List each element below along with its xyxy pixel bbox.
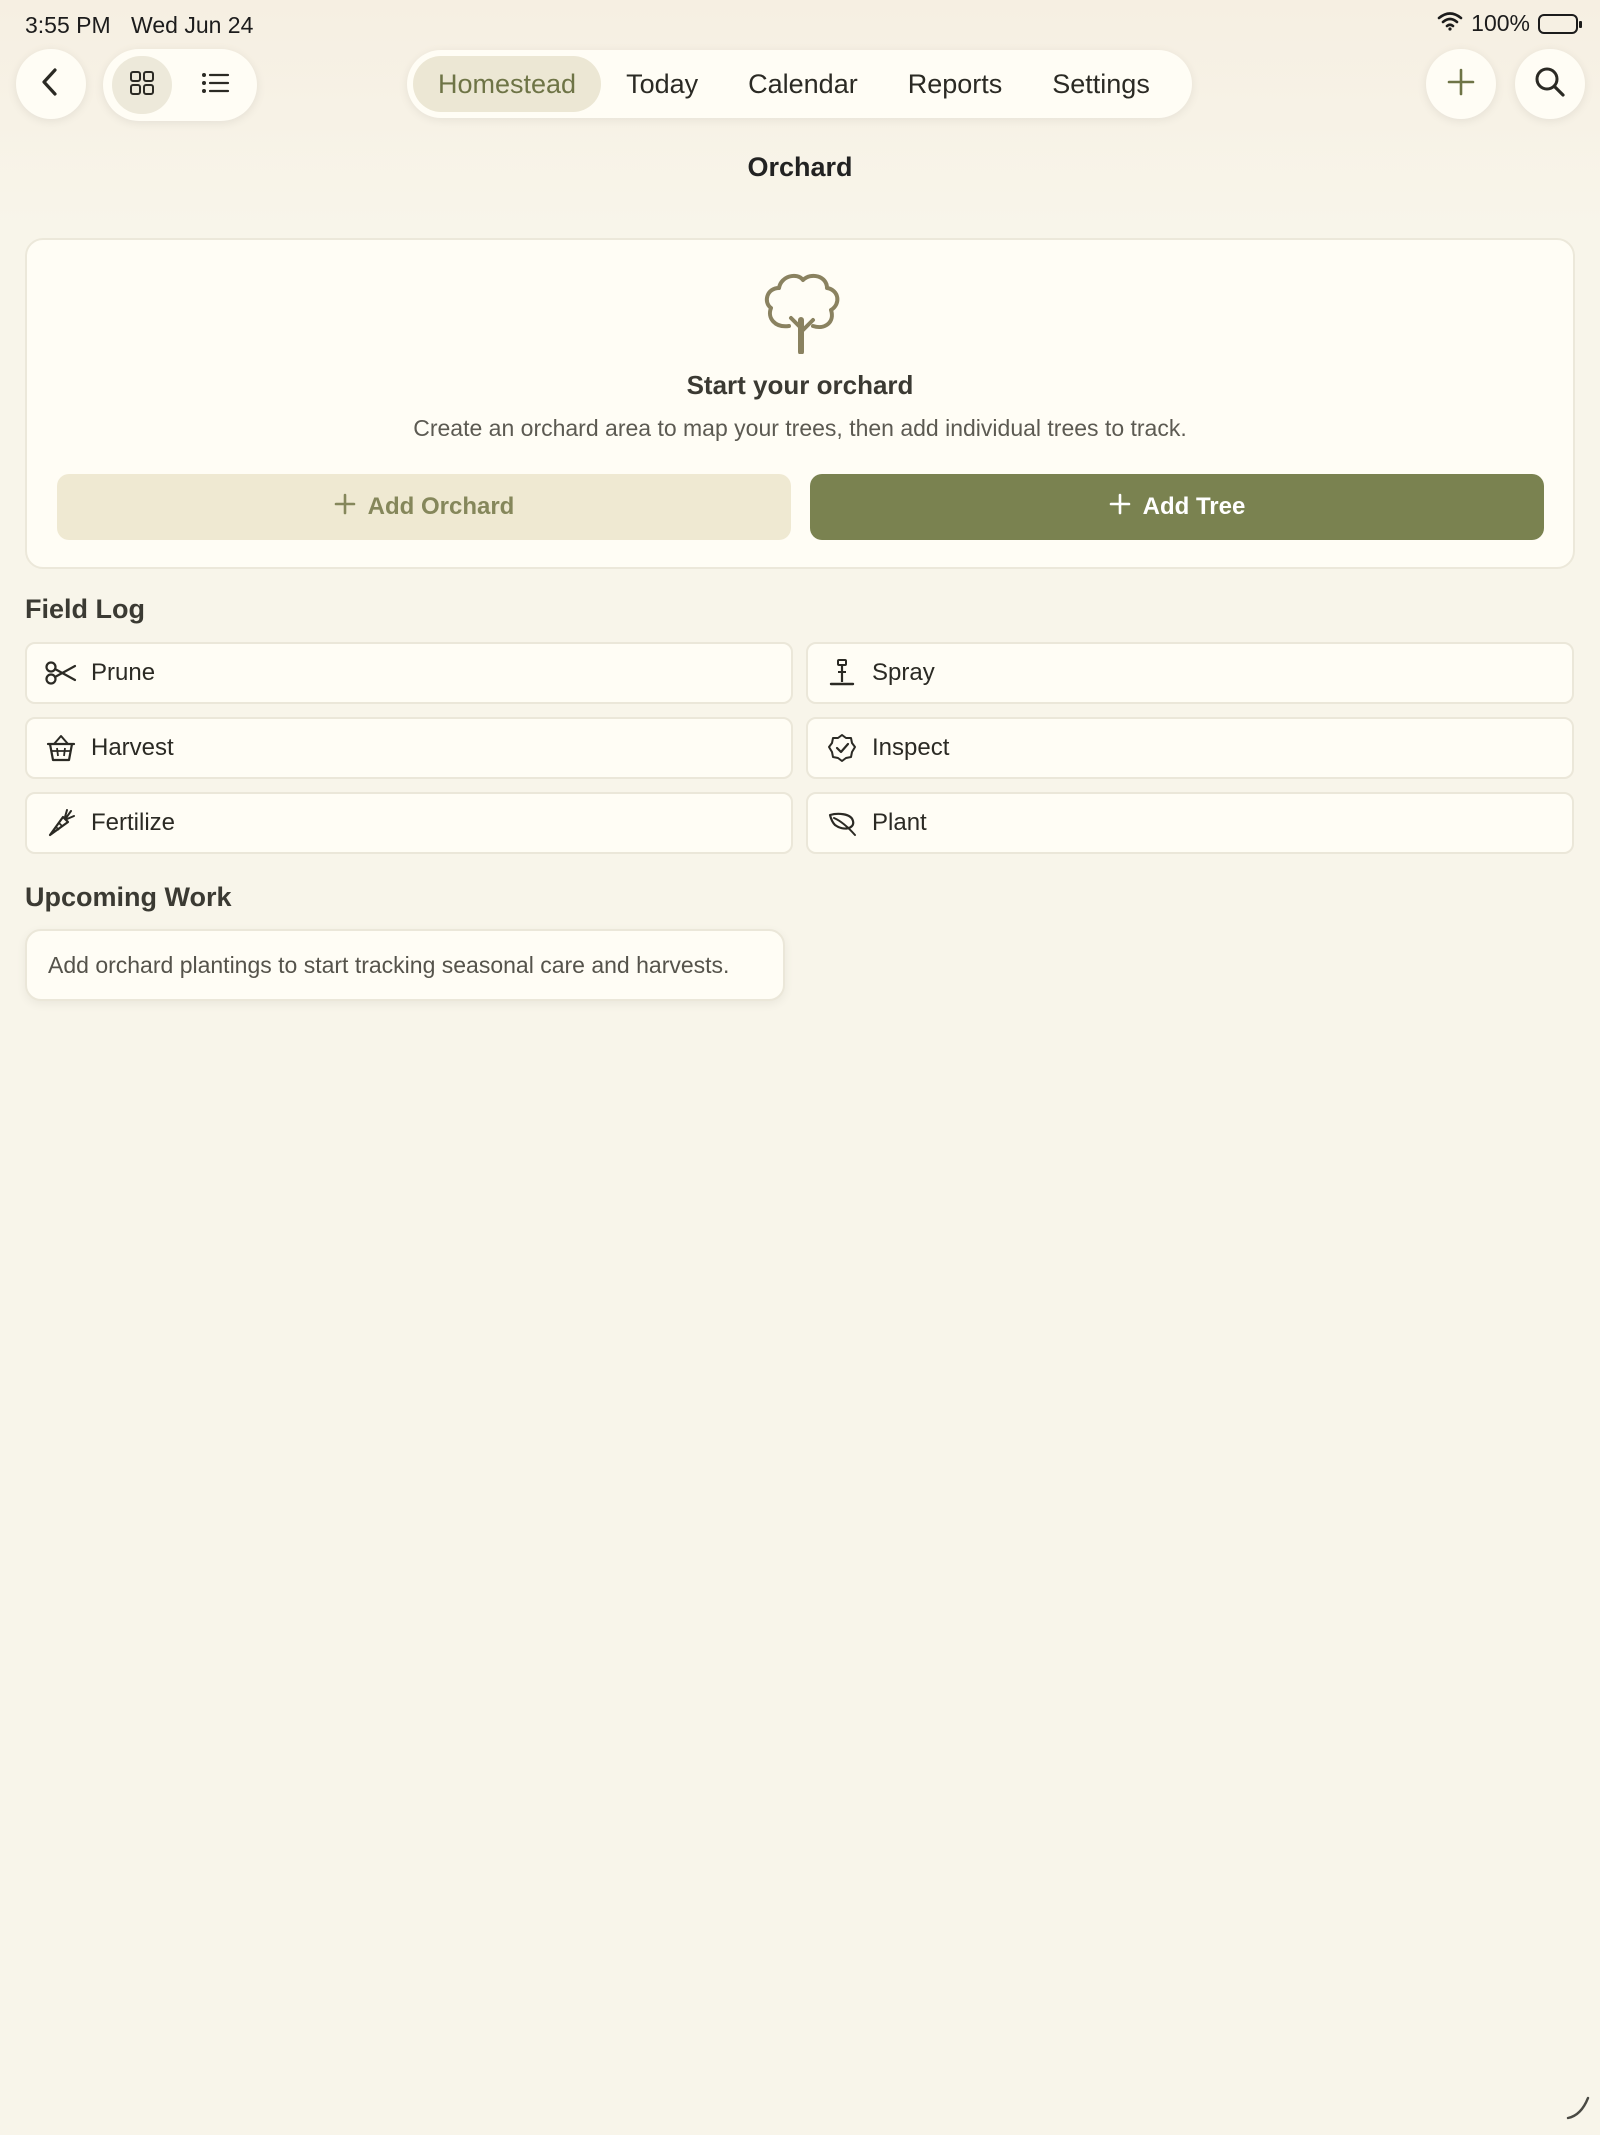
plus-icon <box>1446 67 1476 102</box>
scissors-icon <box>45 657 77 689</box>
prune-button[interactable]: Prune <box>25 642 793 704</box>
inspect-label: Inspect <box>872 734 950 761</box>
check-badge-icon <box>826 732 858 764</box>
inspect-button[interactable]: Inspect <box>806 717 1574 779</box>
add-tree-label: Add Tree <box>1142 493 1246 520</box>
add-orchard-label: Add Orchard <box>367 493 515 520</box>
plus-icon <box>1109 493 1131 522</box>
empty-state-title: Start your orchard <box>686 370 914 400</box>
carrot-icon <box>45 807 77 839</box>
leaf-icon <box>826 807 858 839</box>
add-tree-button[interactable]: Add Tree <box>810 474 1544 540</box>
plant-button[interactable]: Plant <box>806 792 1574 854</box>
plus-icon <box>334 493 356 522</box>
tab-today[interactable]: Today <box>601 56 723 112</box>
resize-handle-icon <box>1564 2094 1592 2127</box>
fertilize-button[interactable]: Fertilize <box>25 792 793 854</box>
add-button[interactable] <box>1426 49 1496 119</box>
grid-view-button[interactable] <box>112 56 172 114</box>
chevron-left-icon <box>38 67 64 102</box>
battery-percent: 100% <box>1471 10 1530 36</box>
tab-homestead[interactable]: Homestead <box>413 56 602 112</box>
list-icon <box>200 70 230 101</box>
upcoming-empty-card: Add orchard plantings to start tracking … <box>25 929 785 1001</box>
empty-state-card: Start your orchard Create an orchard are… <box>25 238 1575 569</box>
prune-label: Prune <box>91 659 156 686</box>
battery-icon <box>1538 13 1582 34</box>
search-button[interactable] <box>1515 49 1585 119</box>
status-bar-time: 3:55 PM Wed Jun 24 <box>25 12 253 39</box>
empty-state-description: Create an orchard area to map your trees… <box>413 415 1187 441</box>
wifi-icon <box>1437 10 1463 37</box>
status-bar-indicators: 100% <box>1437 10 1582 37</box>
tab-reports[interactable]: Reports <box>883 56 1028 112</box>
fertilize-label: Fertilize <box>91 809 176 836</box>
tree-icon <box>759 270 843 359</box>
search-icon <box>1534 66 1566 103</box>
harvest-button[interactable]: Harvest <box>25 717 793 779</box>
field-log-title: Field Log <box>25 594 145 624</box>
harvest-label: Harvest <box>91 734 174 761</box>
grid-icon <box>128 69 156 102</box>
list-view-button[interactable] <box>185 56 245 114</box>
spray-button[interactable]: Spray <box>806 642 1574 704</box>
upcoming-empty-message: Add orchard plantings to start tracking … <box>48 951 730 978</box>
upcoming-work-title: Upcoming Work <box>25 882 232 912</box>
clock: 3:55 PM <box>25 12 111 38</box>
add-orchard-button[interactable]: Add Orchard <box>57 474 791 540</box>
date: Wed Jun 24 <box>131 12 254 38</box>
view-toggle <box>103 49 257 121</box>
tab-bar: Homestead Today Calendar Reports Setting… <box>407 50 1192 118</box>
page-title: Orchard <box>747 152 853 182</box>
spray-label: Spray <box>872 659 935 686</box>
tab-calendar[interactable]: Calendar <box>723 56 883 112</box>
plant-label: Plant <box>872 809 927 836</box>
back-button[interactable] <box>16 49 86 119</box>
tab-settings[interactable]: Settings <box>1027 56 1175 112</box>
basket-icon <box>45 732 77 764</box>
sprayer-icon <box>826 657 858 689</box>
